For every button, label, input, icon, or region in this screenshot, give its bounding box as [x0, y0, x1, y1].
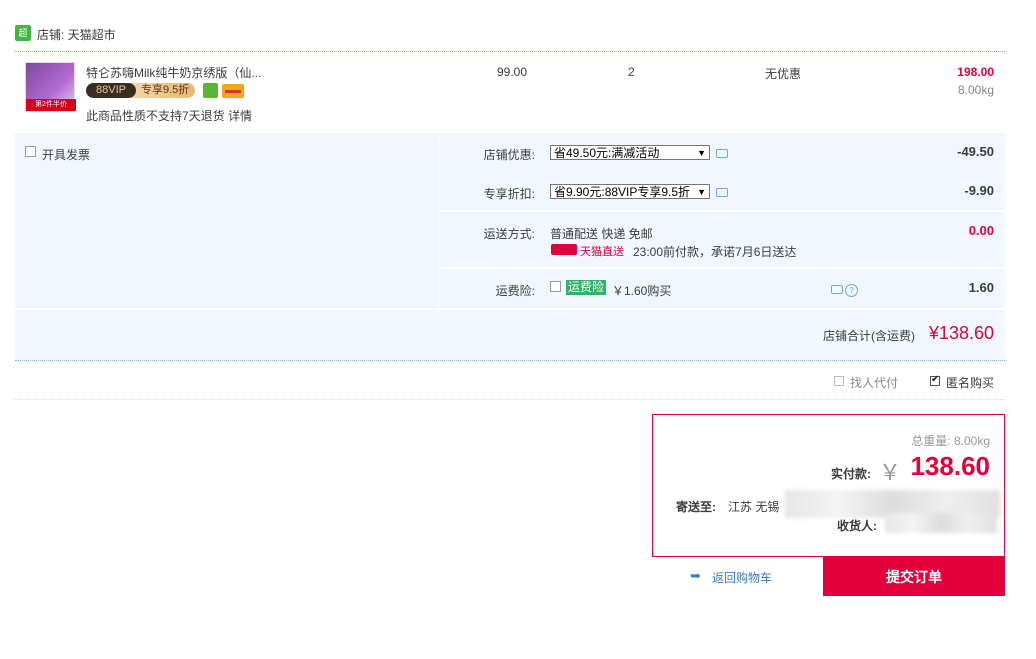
tmall-logo-icon	[551, 244, 577, 255]
divider	[15, 51, 1005, 52]
item-subtotal: 198.00	[957, 65, 994, 79]
chat-icon[interactable]	[831, 285, 843, 294]
pay-label: 实付款:	[831, 467, 871, 481]
delivery-promise: 23:00前付款，承诺7月6日送达	[633, 245, 797, 259]
row-divider	[440, 210, 1005, 212]
insurance-label: 运费险:	[495, 284, 535, 298]
total-weight-label: 总重量:	[911, 434, 951, 448]
submit-order-button[interactable]: 提交订单	[823, 557, 1005, 596]
redacted-receiver	[885, 513, 997, 533]
store-name[interactable]: 店铺: 天猫超市	[37, 26, 116, 43]
back-arrow-icon[interactable]: ➥	[690, 568, 701, 584]
receiver-label: 收货人:	[837, 519, 877, 533]
item-weight: 8.00kg	[957, 83, 994, 97]
ship-to-address: 江苏 无锡	[728, 500, 780, 514]
shipping-label: 运送方式:	[483, 227, 535, 241]
panel-divider	[438, 133, 439, 309]
total-weight: 总重量: 8.00kg	[911, 432, 990, 449]
product-thumbnail[interactable]: 第2件半价	[25, 62, 76, 112]
ship-to-label: 寄送至:	[676, 500, 716, 514]
card-payment-icon[interactable]	[222, 84, 244, 98]
help-icon[interactable]: ?	[845, 284, 858, 297]
shipping-method: 普通配送 快递 免邮	[550, 227, 653, 241]
invoice-label[interactable]: 开具发票	[42, 146, 90, 163]
store-discount-amount: -49.50	[957, 144, 994, 159]
proxy-pay-checkbox[interactable]	[834, 376, 844, 386]
vip-discount-amount: -9.90	[964, 183, 994, 198]
chat-icon[interactable]	[716, 149, 728, 158]
total-weight-value: 8.00kg	[953, 434, 990, 448]
guarantee-icon[interactable]	[203, 83, 218, 98]
insurance-badge: 运费险	[566, 280, 607, 295]
divider	[15, 360, 1005, 361]
anonymous-checkbox[interactable]	[930, 374, 940, 386]
chevron-down-icon: ▼	[697, 148, 706, 158]
store-discount-select[interactable]: 省49.50元:满减活动 ▼	[550, 145, 710, 160]
back-to-cart-link[interactable]: 返回购物车	[712, 569, 772, 586]
vip-discount-value: 省9.90元:88VIP专享9.5折	[554, 185, 691, 199]
proxy-pay-label[interactable]: 找人代付	[850, 374, 898, 391]
tmall-direct-label: 天猫直送	[580, 246, 624, 258]
unit-price: 99.00	[497, 65, 528, 79]
insurance-checkbox[interactable]	[550, 281, 561, 292]
row-divider	[15, 308, 1005, 310]
order-options-panel	[15, 133, 1005, 360]
row-divider	[440, 267, 1005, 269]
shipping-amount: 0.00	[968, 223, 994, 238]
chevron-down-icon: ▼	[697, 187, 706, 197]
divider	[15, 399, 1005, 400]
thumb-badge: 第2件半价	[26, 99, 76, 111]
chat-icon[interactable]	[716, 188, 728, 197]
vip-discount-select[interactable]: 省9.90元:88VIP专享9.5折 ▼	[550, 184, 710, 199]
store-discount-value: 省49.50元:满减活动	[554, 146, 660, 160]
vip-rate-tag: 专享9.5折	[131, 83, 196, 98]
currency-symbol: ￥	[879, 460, 902, 485]
quantity: 2	[628, 65, 635, 79]
vip-tag: 88VIP	[86, 83, 136, 98]
insurance-price: ￥1.60购买	[612, 284, 672, 298]
insurance-amount: 1.60	[968, 280, 994, 295]
anonymous-label[interactable]: 匿名购买	[946, 374, 994, 391]
store-discount-label: 店铺优惠:	[483, 148, 535, 162]
store-total-value: ¥138.60	[928, 323, 994, 343]
store-total-label: 店铺合计(含运费)	[823, 329, 915, 343]
product-title-link[interactable]: 特仑苏嗨Milk纯牛奶京绣版（仙...	[86, 64, 261, 81]
pay-amount: 138.60	[910, 451, 990, 481]
return-policy-notice[interactable]: 此商品性质不支持7天退货 详情	[86, 107, 252, 124]
promotion-text: 无优惠	[765, 67, 802, 81]
tmall-supermarket-icon: 超市	[15, 25, 31, 54]
vip-discount-label: 专享折扣:	[483, 187, 535, 201]
invoice-checkbox[interactable]	[25, 146, 36, 157]
